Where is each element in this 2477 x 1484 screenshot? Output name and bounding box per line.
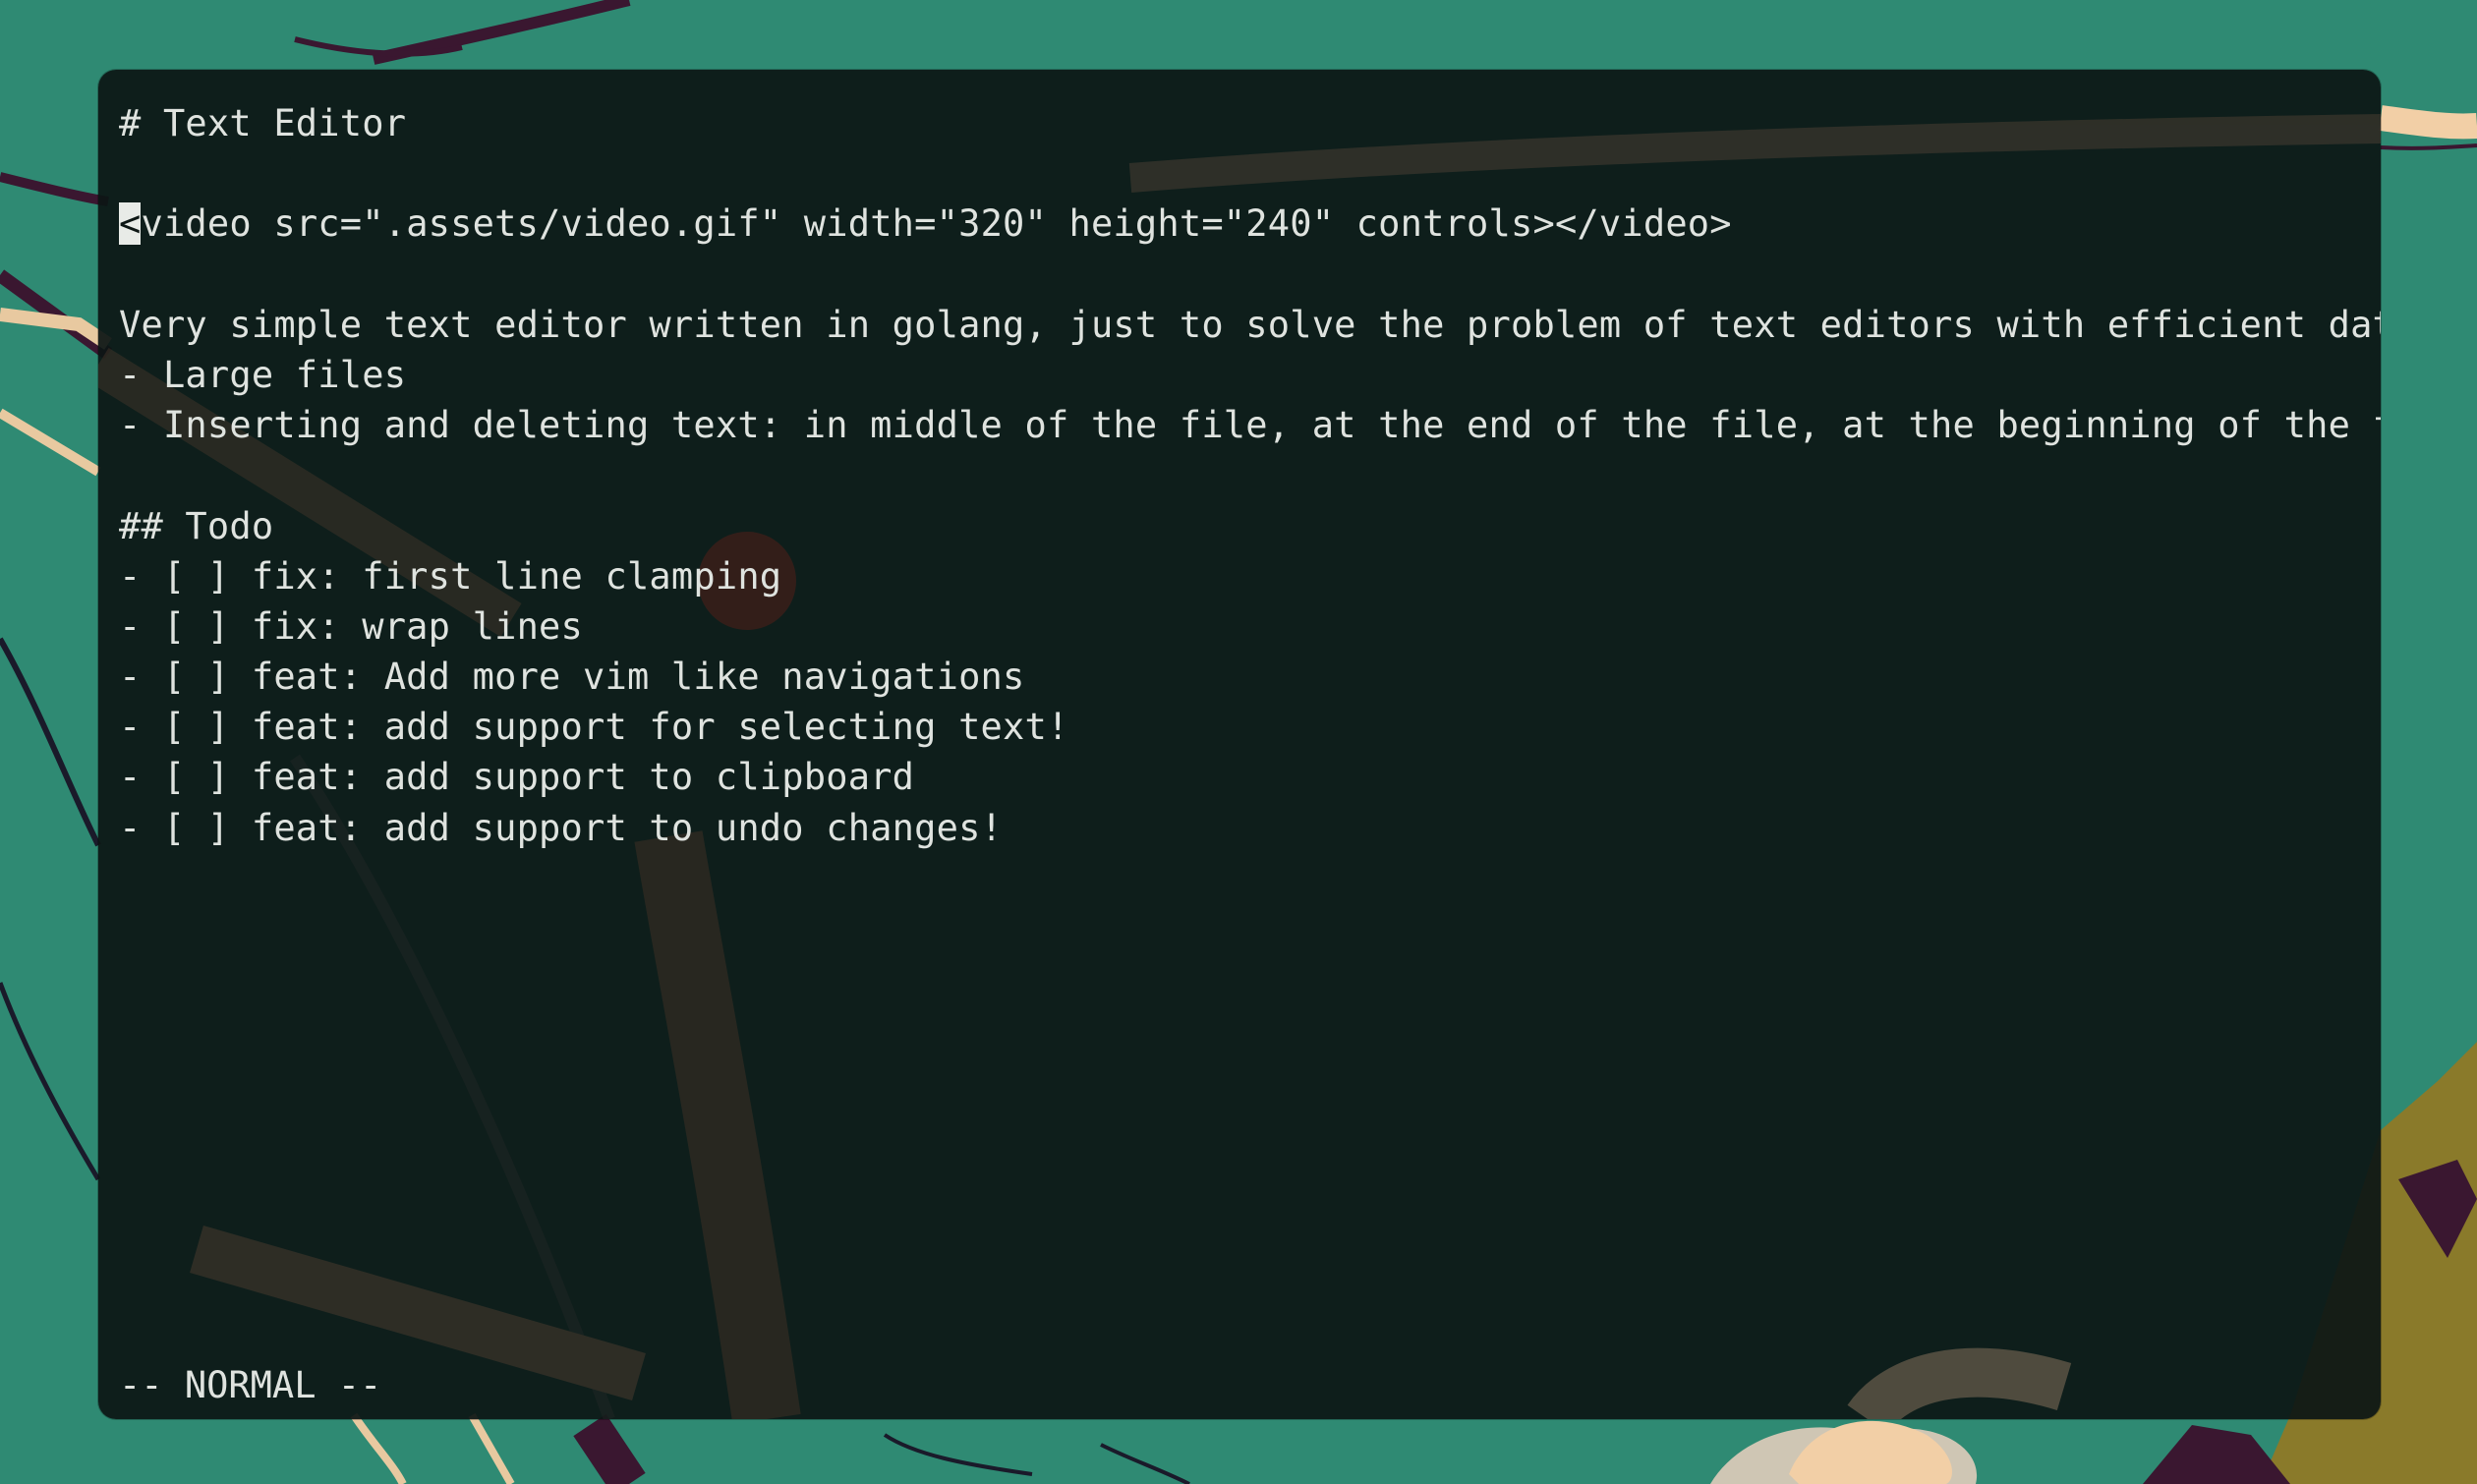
buffer-line	[119, 250, 2371, 300]
buffer-line: - [ ] feat: add support to clipboard	[119, 756, 915, 799]
terminal-window[interactable]: # Text Editor <video src=".assets/video.…	[98, 70, 2381, 1419]
cursor-line-text: video src=".assets/video.gif" width="320…	[141, 202, 1732, 246]
buffer-line: - Inserting and deleting text: in middle…	[119, 404, 2381, 447]
buffer-line: # Text Editor	[119, 102, 407, 144]
buffer-line: - [ ] feat: add support to undo changes!	[119, 806, 1004, 849]
buffer-line	[119, 450, 2371, 500]
buffer-line: ## Todo	[119, 504, 274, 547]
buffer-line	[119, 148, 2371, 199]
buffer-line: - [ ] feat: add support for selecting te…	[119, 706, 1069, 749]
text-cursor: <	[119, 202, 142, 246]
mode-indicator: -- NORMAL --	[119, 1364, 382, 1406]
buffer-line: - [ ] fix: first line clamping	[119, 554, 782, 598]
buffer-line: - Large files	[119, 353, 407, 396]
buffer-line: Very simple text editor written in golan…	[119, 303, 2381, 346]
buffer-line-cursor: <video src=".assets/video.gif" width="32…	[119, 199, 2371, 249]
buffer-line: - [ ] fix: wrap lines	[119, 604, 583, 648]
editor-buffer[interactable]: # Text Editor <video src=".assets/video.…	[119, 98, 2381, 853]
buffer-line: - [ ] feat: Add more vim like navigation…	[119, 656, 1025, 699]
